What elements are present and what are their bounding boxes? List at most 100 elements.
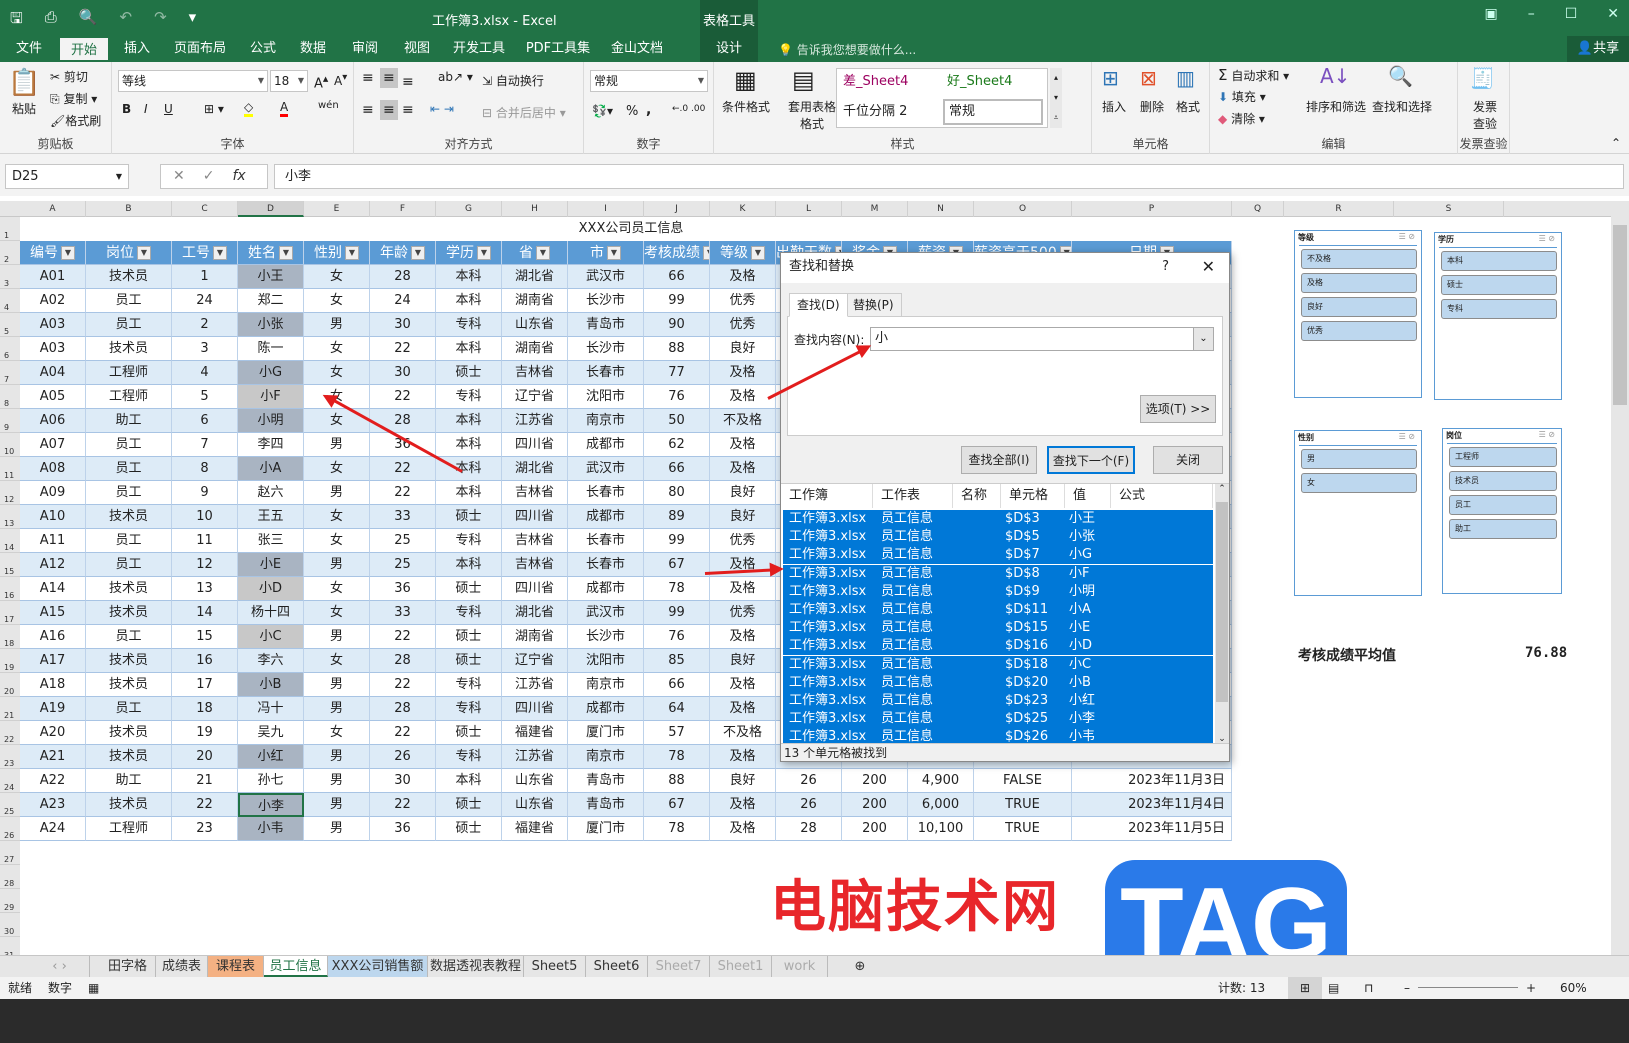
result-row[interactable]: 工作簿3.xlsx 员工信息 $D$9 小明 [783,582,1213,601]
indent-icons[interactable]: ⇤ ⇥ [430,102,454,116]
table-cell[interactable]: A23 [20,793,86,817]
table-cell[interactable]: A19 [20,697,86,721]
table-cell[interactable]: 22 [370,457,436,481]
conditional-format-button[interactable]: 条件格式 [722,98,770,115]
table-cell[interactable]: 女 [304,457,370,481]
table-cell[interactable]: 76 [644,385,710,409]
table-cell[interactable]: 李四 [238,433,304,457]
table-cell[interactable]: 33 [370,505,436,529]
table-cell[interactable]: A20 [20,721,86,745]
table-cell[interactable]: 青岛市 [568,793,644,817]
table-cell[interactable]: 2 [172,313,238,337]
tab-design[interactable]: 设计 [700,36,758,62]
table-cell[interactable]: 小E [238,553,304,577]
table-cell[interactable]: 南京市 [568,673,644,697]
table-cell[interactable]: 80 [644,481,710,505]
table-cell[interactable]: 长春市 [568,481,644,505]
comma-button[interactable]: , [646,102,651,118]
fill-button[interactable]: ⬇ 填充 ▾ [1218,88,1266,105]
zoom-out-button[interactable]: – [1404,977,1410,999]
slicer-item[interactable]: 女 [1301,473,1417,493]
table-cell[interactable]: 66 [644,265,710,289]
table-cell[interactable]: 武汉市 [568,601,644,625]
minimize-icon[interactable]: – [1528,6,1535,22]
clear-button[interactable]: ◆ 清除 ▾ [1218,110,1265,127]
scroll-up-icon[interactable]: ⌃ [1215,484,1229,494]
undo-icon[interactable]: ↶ [119,8,132,33]
table-header-cell[interactable]: 性别 ▼ [304,241,370,265]
table-cell[interactable]: 本科 [436,337,502,361]
chevron-down-icon[interactable]: ⌄ [1193,328,1213,350]
column-header-s[interactable]: S [1394,201,1504,217]
table-cell[interactable]: 男 [304,433,370,457]
sheet-tab[interactable]: Sheet6 [586,956,648,977]
page-break-view-icon[interactable]: ⊓ [1364,977,1373,999]
table-cell[interactable]: 吴九 [238,721,304,745]
table-cell[interactable]: 不及格 [710,409,776,433]
table-cell[interactable]: 硕士 [436,625,502,649]
table-cell[interactable]: 硕士 [436,361,502,385]
table-cell[interactable]: 专科 [436,601,502,625]
customize-qat-icon[interactable]: ▾ [189,8,197,33]
maximize-icon[interactable]: ☐ [1565,6,1578,22]
table-cell[interactable]: 7 [172,433,238,457]
formula-input[interactable]: 小李 [274,164,1624,189]
filter-dropdown-icon[interactable]: ▼ [137,246,151,260]
row-header[interactable]: 6 [0,337,20,361]
col-value[interactable]: 值 [1065,484,1111,508]
table-cell[interactable]: 湖北省 [502,601,568,625]
table-cell[interactable]: 22 [370,625,436,649]
autosum-button[interactable]: Σ 自动求和 ▾ [1218,66,1289,84]
table-cell[interactable]: A03 [20,337,86,361]
table-cell[interactable]: 员工 [86,313,172,337]
table-cell[interactable]: 湖南省 [502,625,568,649]
table-cell[interactable]: 良好 [710,481,776,505]
copy-button[interactable]: ⎘ 复制 ▾ [50,90,97,107]
column-header-c[interactable]: C [172,201,238,217]
table-cell[interactable]: 17 [172,673,238,697]
table-cell[interactable]: 3 [172,337,238,361]
table-cell[interactable]: 硕士 [436,721,502,745]
table-cell[interactable]: 山东省 [502,793,568,817]
column-header-d[interactable]: D [238,201,304,217]
table-cell[interactable]: 助工 [86,769,172,793]
row-header[interactable]: 9 [0,409,20,433]
filter-dropdown-icon[interactable]: ▼ [213,246,227,260]
table-cell[interactable]: 小韦 [238,817,304,841]
slicer-item[interactable]: 优秀 [1301,321,1417,341]
table-cell[interactable]: 16 [172,649,238,673]
table-cell[interactable]: 18 [172,697,238,721]
table-cell[interactable]: 男 [304,673,370,697]
table-cell[interactable]: 陈一 [238,337,304,361]
table-cell[interactable]: 9 [172,481,238,505]
table-cell[interactable]: 技术员 [86,265,172,289]
row-header[interactable]: 3 [0,265,20,289]
table-cell[interactable]: 良好 [710,649,776,673]
table-cell[interactable]: 本科 [436,289,502,313]
column-header-g[interactable]: G [436,201,502,217]
table-cell[interactable]: 技术员 [86,721,172,745]
vertical-scrollbar[interactable] [1611,205,1629,955]
grow-font-icon[interactable]: A▴ [314,72,328,91]
table-cell[interactable]: 助工 [86,409,172,433]
table-cell[interactable]: 57 [644,721,710,745]
row-header[interactable]: 7 [0,361,20,385]
table-cell[interactable]: 78 [644,577,710,601]
format-painter-button[interactable]: 🖌格式刷 [50,112,101,129]
table-cell[interactable]: 76 [644,625,710,649]
table-cell[interactable]: 青岛市 [568,313,644,337]
table-cell[interactable]: 男 [304,625,370,649]
table-cell[interactable]: 专科 [436,313,502,337]
tab-replace[interactable]: 替换(P) [845,293,902,317]
table-cell[interactable]: 男 [304,481,370,505]
table-cell[interactable]: 李六 [238,649,304,673]
table-cell[interactable]: 技术员 [86,793,172,817]
table-cell[interactable]: 南京市 [568,745,644,769]
table-cell[interactable]: 厦门市 [568,817,644,841]
table-cell[interactable]: 辽宁省 [502,385,568,409]
table-cell[interactable]: 专科 [436,697,502,721]
table-cell[interactable]: 良好 [710,337,776,361]
table-cell[interactable]: 22 [370,673,436,697]
find-input[interactable]: 小 ⌄ [870,327,1214,351]
table-cell[interactable]: 28 [370,649,436,673]
